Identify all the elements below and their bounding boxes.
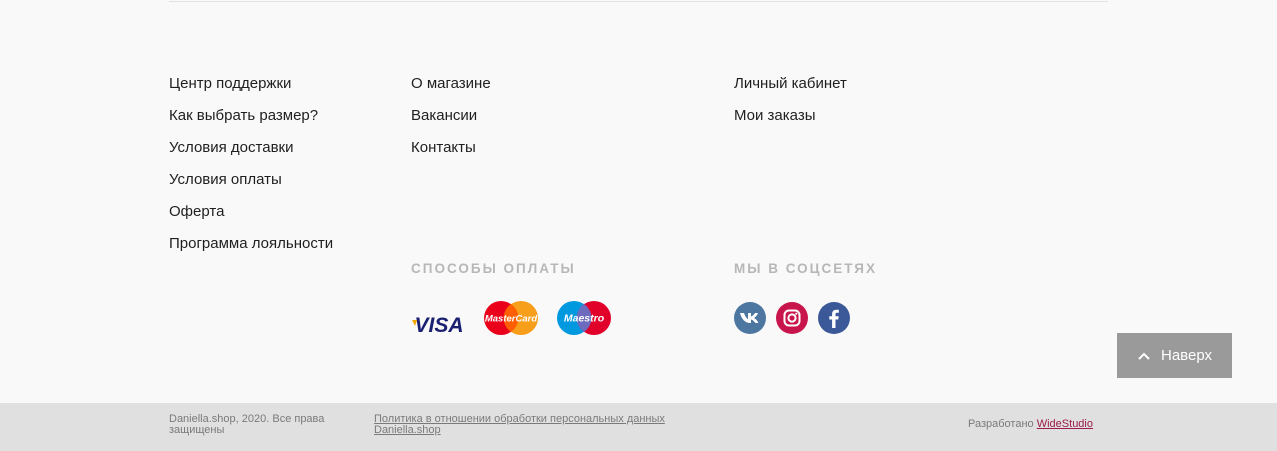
svg-text:MasterCard: MasterCard [485,314,537,325]
copyright-text: Daniella.shop, 2020. Все права защищены [169,413,325,436]
nav-column-help: Центр поддержки Как выбрать размер? Усло… [169,68,333,260]
developer-prefix: Разработано [968,418,1034,430]
nav-link-offer[interactable]: Оферта [169,196,333,228]
nav-column-company: О магазине Вакансии Контакты [411,68,491,164]
nav-link-size-guide[interactable]: Как выбрать размер? [169,100,333,132]
instagram-icon[interactable] [776,302,808,334]
facebook-icon[interactable] [818,302,850,334]
mastercard-icon: MasterCard [484,301,538,335]
maestro-icon: Maestro [557,301,611,335]
vk-icon[interactable] [734,302,766,334]
nav-link-contacts[interactable]: Контакты [411,132,491,164]
visa-icon: VISA [412,314,464,337]
nav-link-support[interactable]: Центр поддержки [169,68,333,100]
social-title: МЫ В СОЦСЕТЯХ [734,261,878,276]
nav-link-delivery[interactable]: Условия доставки [169,132,333,164]
back-to-top-label: Наверх [1161,347,1212,364]
nav-link-vacancies[interactable]: Вакансии [411,100,491,132]
nav-link-about[interactable]: О магазине [411,68,491,100]
nav-link-payment-terms[interactable]: Условия оплаты [169,164,333,196]
privacy-policy-link[interactable]: Политика в отношении обработки персональ… [374,414,674,436]
footer-bottom-bar: Daniella.shop, 2020. Все права защищены … [0,403,1277,451]
nav-column-account: Личный кабинет Мои заказы [734,68,847,132]
developer-credit: Разработано WideStudio [968,418,1093,430]
svg-text:Maestro: Maestro [564,313,605,325]
chevron-up-icon [1138,352,1150,360]
top-divider [169,1,1108,2]
nav-link-account[interactable]: Личный кабинет [734,68,847,100]
nav-link-orders[interactable]: Мои заказы [734,100,847,132]
developer-link[interactable]: WideStudio [1037,418,1093,430]
svg-text:VISA: VISA [414,314,463,337]
back-to-top-button[interactable]: Наверх [1117,333,1232,378]
nav-link-loyalty[interactable]: Программа лояльности [169,228,333,260]
payment-methods-title: СПОСОБЫ ОПЛАТЫ [411,261,576,276]
